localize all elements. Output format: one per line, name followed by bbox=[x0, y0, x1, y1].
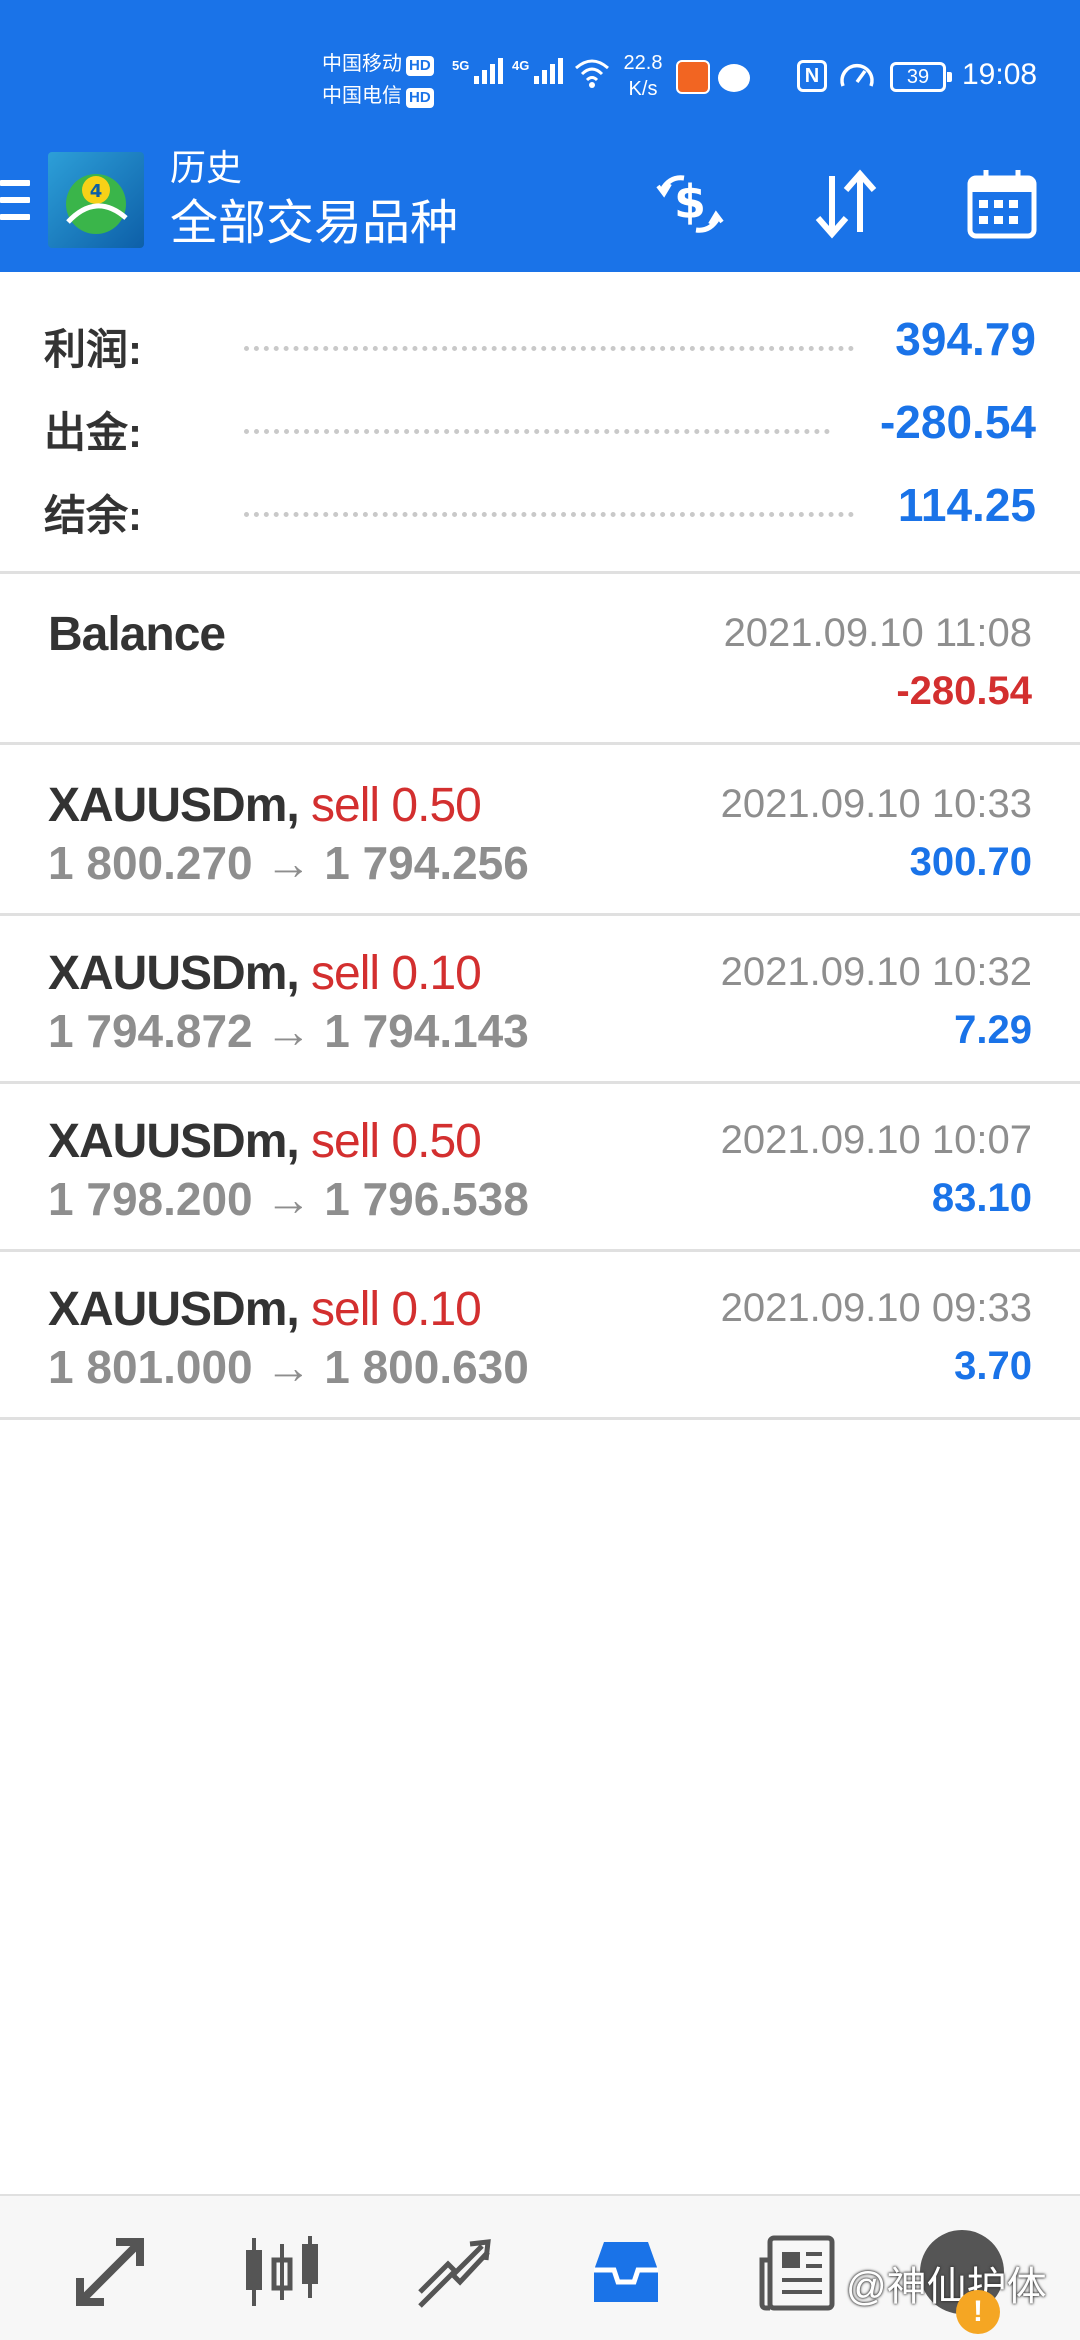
deal-price: 1 798.200 → 1 796.538 bbox=[48, 1173, 529, 1225]
deal-symbol: XAUUSDm, bbox=[48, 779, 300, 832]
app-notification-icon bbox=[676, 60, 710, 94]
deal-row[interactable]: XAUUSDm, sell 0.10 1 801.000 → 1 800.630… bbox=[0, 1252, 1080, 1420]
svg-text:$: $ bbox=[674, 175, 706, 229]
deal-date: 2021.09.10 11:08 bbox=[723, 611, 1032, 655]
deal-symbol: XAUUSDm, bbox=[48, 1283, 300, 1336]
network-5g-label: 5G bbox=[452, 58, 470, 73]
deal-title: XAUUSDm, sell 0.10 bbox=[48, 946, 482, 1001]
menu-icon[interactable] bbox=[0, 180, 30, 222]
dotted-leader bbox=[244, 346, 854, 351]
speed-value: 22.8 bbox=[623, 52, 663, 74]
quotes-icon[interactable] bbox=[68, 2230, 152, 2314]
clock: 19:08 bbox=[962, 58, 1038, 91]
network-speed: 22.8 K/s bbox=[618, 50, 668, 102]
deal-price: 1 801.000 → 1 800.630 bbox=[48, 1341, 529, 1393]
deal-date: 2021.09.10 10:33 bbox=[720, 782, 1032, 826]
watermark: @神仙护体 bbox=[846, 2265, 1047, 2309]
battery-level: 39 bbox=[906, 66, 930, 88]
news-icon[interactable] bbox=[756, 2230, 840, 2314]
speed-unit: K/s bbox=[628, 78, 658, 100]
signal-icon bbox=[534, 58, 563, 84]
deal-amount: -280.54 bbox=[896, 669, 1032, 713]
deal-date: 2021.09.10 09:33 bbox=[720, 1286, 1032, 1330]
balance-row[interactable]: Balance 2021.09.10 11:08 -280.54 bbox=[0, 577, 1080, 745]
carrier-2: 中国电信 bbox=[322, 85, 402, 107]
speedometer-icon bbox=[840, 63, 874, 87]
deal-symbol: XAUUSDm, bbox=[48, 1115, 300, 1168]
deal-price: 1 800.270 → 1 794.256 bbox=[48, 837, 529, 889]
nfc-icon: N bbox=[797, 60, 827, 92]
deposit-filter-icon[interactable]: $ bbox=[650, 164, 730, 244]
deal-profit: 300.70 bbox=[909, 840, 1032, 884]
deal-date: 2021.09.10 10:07 bbox=[720, 1118, 1032, 1162]
deal-row[interactable]: XAUUSDm, sell 0.10 1 794.872 → 1 794.143… bbox=[0, 916, 1080, 1084]
summary-value: 114.25 bbox=[897, 479, 1036, 531]
hd-badge: HD bbox=[406, 56, 434, 76]
chat-notification-icon bbox=[718, 64, 750, 92]
wifi-icon bbox=[575, 59, 609, 88]
deal-profit: 7.29 bbox=[954, 1008, 1032, 1052]
summary-row-balance: 结余: 114.25 bbox=[0, 468, 1080, 548]
carrier-1: 中国移动 bbox=[322, 53, 402, 75]
summary-row-profit: 利润: 394.79 bbox=[0, 302, 1080, 382]
deal-profit: 3.70 bbox=[954, 1344, 1032, 1388]
deal-direction: sell 0.50 bbox=[311, 779, 482, 832]
summary-panel: 利润: 394.79 出金: -280.54 结余: 114.25 bbox=[0, 272, 1080, 574]
deal-direction: sell 0.10 bbox=[311, 1283, 482, 1336]
deal-title: XAUUSDm, sell 0.10 bbox=[48, 1282, 482, 1337]
carrier-info: 中国移动 HD 中国电信 HD bbox=[322, 48, 434, 112]
battery-icon: 39 bbox=[890, 62, 952, 92]
deal-title: XAUUSDm, sell 0.50 bbox=[48, 778, 482, 833]
app-bar: 4 历史 全部交易品种 $ bbox=[0, 140, 1080, 272]
summary-label: 出金: bbox=[44, 409, 142, 456]
summary-row-withdrawal: 出金: -280.54 bbox=[0, 385, 1080, 465]
hd-badge: HD bbox=[406, 88, 434, 108]
deal-row[interactable]: XAUUSDm, sell 0.50 1 800.270 → 1 794.256… bbox=[0, 748, 1080, 916]
summary-value: -280.54 bbox=[879, 396, 1036, 448]
trade-icon[interactable] bbox=[412, 2230, 496, 2314]
balance-title: Balance bbox=[48, 608, 226, 661]
chart-icon[interactable] bbox=[240, 2230, 324, 2314]
page-title: 历史 bbox=[170, 147, 243, 188]
metatrader-logo-icon: 4 bbox=[66, 174, 128, 234]
summary-value: 394.79 bbox=[895, 313, 1036, 365]
svg-text:4: 4 bbox=[90, 181, 103, 202]
signal-icon bbox=[474, 58, 503, 84]
deal-profit: 83.10 bbox=[931, 1176, 1032, 1220]
watermark-badge-icon: ! bbox=[956, 2290, 1000, 2334]
symbol-filter[interactable]: 全部交易品种 bbox=[170, 196, 458, 252]
history-icon[interactable] bbox=[584, 2230, 668, 2314]
deal-date: 2021.09.10 10:32 bbox=[720, 950, 1032, 994]
app-logo: 4 bbox=[48, 152, 144, 248]
dotted-leader bbox=[244, 512, 854, 517]
deal-symbol: XAUUSDm, bbox=[48, 947, 300, 1000]
sort-icon[interactable] bbox=[806, 164, 886, 244]
deal-price: 1 794.872 → 1 794.143 bbox=[48, 1005, 529, 1057]
status-bar: 中国移动 HD 中国电信 HD 5G 4G 22.8 K/s N 39 19:08 bbox=[0, 0, 1080, 140]
deal-title: XAUUSDm, sell 0.50 bbox=[48, 1114, 482, 1169]
calendar-icon[interactable] bbox=[962, 164, 1042, 244]
deal-direction: sell 0.10 bbox=[311, 947, 482, 1000]
summary-label: 结余: bbox=[44, 492, 142, 539]
network-4g-label: 4G bbox=[512, 58, 530, 73]
deal-row[interactable]: XAUUSDm, sell 0.50 1 798.200 → 1 796.538… bbox=[0, 1084, 1080, 1252]
top-bar: 中国移动 HD 中国电信 HD 5G 4G 22.8 K/s N 39 19:08 bbox=[0, 0, 1080, 272]
summary-label: 利润: bbox=[44, 326, 142, 373]
dotted-leader bbox=[244, 429, 830, 434]
deal-direction: sell 0.50 bbox=[311, 1115, 482, 1168]
